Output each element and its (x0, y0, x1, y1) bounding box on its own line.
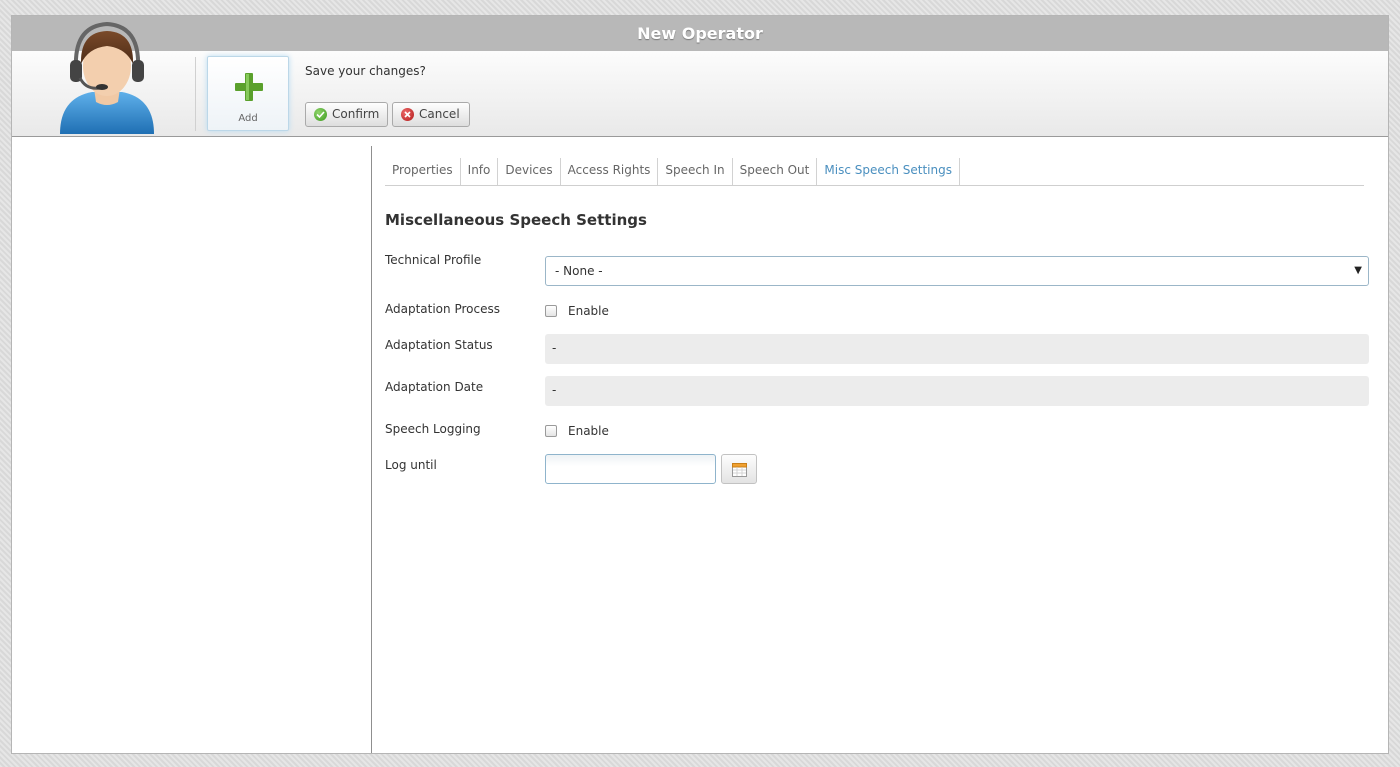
tab-properties[interactable]: Properties (385, 158, 461, 185)
tab-devices[interactable]: Devices (498, 158, 561, 185)
add-button-label: Add (238, 113, 258, 124)
technical-profile-select[interactable]: - None - ▼ (545, 256, 1369, 286)
confirm-button[interactable]: Confirm (305, 102, 388, 127)
content-area: Properties Info Devices Access Rights Sp… (12, 138, 1388, 753)
calendar-icon (732, 463, 747, 477)
cancel-button[interactable]: Cancel (392, 102, 470, 127)
tab-misc-speech-settings[interactable]: Misc Speech Settings (817, 158, 960, 185)
adaptation-process-enable-label: Enable (568, 304, 609, 318)
check-circle-icon (314, 108, 327, 121)
tab-bar: Properties Info Devices Access Rights Sp… (385, 158, 1364, 186)
adaptation-status-label: Adaptation Status (385, 338, 493, 352)
toolbar: Add Save your changes? Confirm Cancel (12, 21, 1388, 137)
operator-window: New Operator Add Save your changes? Conf… (11, 15, 1389, 754)
x-circle-icon (401, 108, 414, 121)
save-prompt: Save your changes? (305, 64, 426, 78)
tab-speech-in[interactable]: Speech In (658, 158, 733, 185)
adaptation-date-label: Adaptation Date (385, 380, 484, 394)
adaptation-process-label: Adaptation Process (385, 302, 500, 316)
tab-info[interactable]: Info (461, 158, 499, 185)
confirm-button-label: Confirm (332, 107, 380, 121)
speech-logging-checkbox[interactable] (545, 425, 557, 437)
window-title: New Operator (12, 16, 1388, 51)
adaptation-process-checkbox[interactable] (545, 305, 557, 317)
technical-profile-value: - None - (555, 264, 603, 278)
main-pane: Properties Info Devices Access Rights Sp… (385, 138, 1388, 753)
log-until-label: Log until (385, 458, 437, 472)
calendar-button[interactable] (721, 454, 757, 484)
tab-access-rights[interactable]: Access Rights (561, 158, 659, 185)
log-until-input[interactable] (545, 454, 716, 484)
speech-logging-label: Speech Logging (385, 422, 481, 436)
section-title: Miscellaneous Speech Settings (385, 211, 647, 229)
adaptation-status-field: - (545, 334, 1369, 364)
adaptation-date-field: - (545, 376, 1369, 406)
operator-headset-avatar-icon (60, 21, 154, 134)
technical-profile-label: Technical Profile (385, 253, 482, 267)
add-button[interactable]: Add (207, 56, 289, 131)
toolbar-separator (195, 57, 196, 131)
speech-logging-enable-label: Enable (568, 424, 609, 438)
cancel-button-label: Cancel (419, 107, 460, 121)
caret-down-icon: ▼ (1354, 265, 1362, 276)
tab-speech-out[interactable]: Speech Out (733, 158, 818, 185)
left-pane (12, 146, 372, 753)
green-plus-icon (235, 73, 263, 101)
